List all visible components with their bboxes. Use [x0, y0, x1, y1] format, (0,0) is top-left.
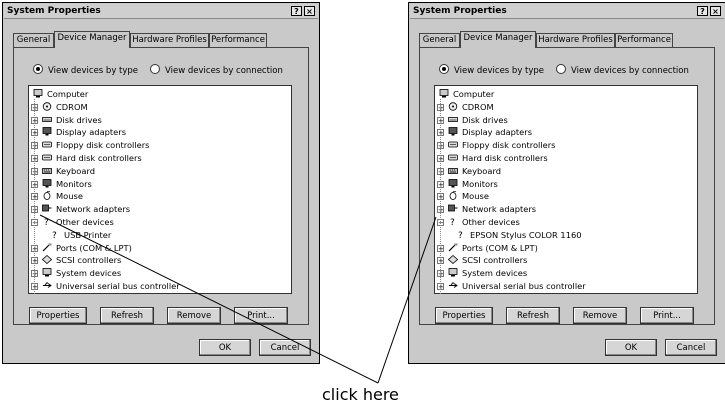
- tab-device-manager[interactable]: Device Manager: [54, 31, 130, 48]
- tab-device-manager[interactable]: Device Manager: [460, 31, 536, 48]
- callout-line-right: [377, 216, 437, 384]
- callout-line-left: [39, 214, 379, 384]
- callout-caption: click here: [322, 385, 399, 404]
- callout-lines: [39, 214, 437, 384]
